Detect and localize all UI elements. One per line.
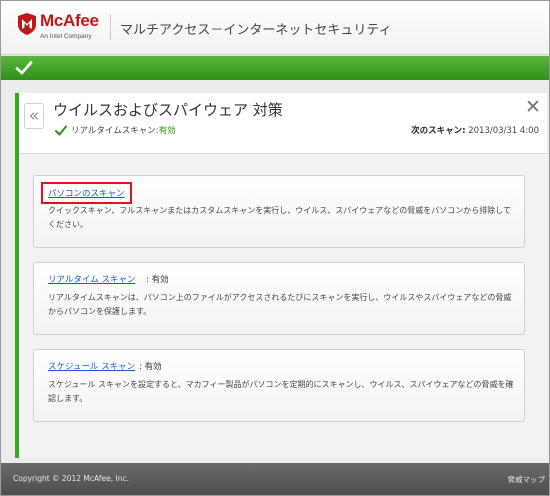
- close-button[interactable]: ✕: [524, 98, 542, 117]
- brand-subtitle: An Intel Company: [40, 33, 92, 40]
- check-icon: [15, 61, 33, 75]
- next-scan-value: 2013/03/31 4:00: [468, 126, 539, 136]
- realtime-scan-link[interactable]: リアルタイム スキャン: [48, 273, 135, 285]
- pc-scan-description: クイックスキャン、フルスキャンまたはカスタムスキャンを実行し、ウイルス、スパイウ…: [48, 206, 512, 229]
- card-realtime-scan: リアルタイム スキャン : 有効 リアルタイムスキャンは、パソコン上のファイルが…: [33, 262, 525, 335]
- header-divider: [110, 14, 111, 40]
- next-scan-label: 次のスキャン:: [411, 126, 466, 136]
- realtime-scan-link-label: リアルタイム スキャン: [48, 275, 136, 285]
- threat-map-link[interactable]: 脅威マップ: [508, 474, 546, 485]
- card-scheduled-scan: スケジュール スキャン : 有効 スケジュール スキャンを設定すると、マカフィー…: [33, 349, 525, 422]
- app-footer: Copyright © 2012 McAfee, Inc. 脅威マップ: [1, 463, 549, 495]
- realtime-status-value: 有効: [158, 126, 176, 136]
- double-chevron-left-icon: «: [28, 105, 40, 126]
- mcafee-window: McAfee An Intel Company マルチアクセス－インターネットセ…: [0, 0, 550, 496]
- scheduled-scan-link[interactable]: スケジュール スキャン: [48, 360, 135, 372]
- card-pc-scan: パソコンのスキャン クイックスキャン、フルスキャンまたはカスタムスキャンを実行し…: [33, 175, 525, 248]
- mcafee-shield-icon: [18, 13, 36, 35]
- pc-scan-link-label: パソコンのスキャン: [48, 189, 125, 199]
- check-icon: [55, 125, 67, 135]
- realtime-status: リアルタイムスキャン: 有効: [55, 124, 176, 136]
- scheduled-scan-description: スケジュール スキャンを設定すると、マカフィー製品がパソコンを定期的にスキャンし…: [48, 380, 514, 403]
- realtime-status-label: リアルタイムスキャン:: [71, 126, 159, 136]
- app-header: McAfee An Intel Company マルチアクセス－インターネットセ…: [1, 1, 549, 55]
- realtime-scan-status: : 有効: [146, 275, 169, 285]
- product-title: マルチアクセス－インターネットセキュリティ: [120, 23, 392, 38]
- realtime-scan-description: リアルタイムスキャンは、パソコン上のファイルがアクセスされるたびにスキャンを実行…: [48, 293, 512, 316]
- scheduled-scan-status: : 有効: [139, 362, 162, 372]
- content-area: « ウイルスおよびスパイウェア 対策 ✕ リアルタイムスキャン: 有効 次のスキ…: [1, 80, 549, 463]
- brand-name: McAfee: [40, 11, 99, 30]
- back-button[interactable]: «: [24, 103, 44, 129]
- scheduled-scan-link-label: スケジュール スキャン: [48, 362, 136, 372]
- panel-title: ウイルスおよびスパイウェア 対策: [53, 101, 283, 119]
- virus-spyware-panel: « ウイルスおよびスパイウェア 対策 ✕ リアルタイムスキャン: 有効 次のスキ…: [15, 93, 547, 458]
- pc-scan-link[interactable]: パソコンのスキャン: [41, 182, 132, 204]
- copyright-text: Copyright © 2012 McAfee, Inc.: [13, 474, 129, 483]
- panel-header: « ウイルスおよびスパイウェア 対策 ✕ リアルタイムスキャン: 有効 次のスキ…: [19, 93, 547, 154]
- protection-status-bar[interactable]: [1, 56, 549, 80]
- next-scan-info: 次のスキャン: 2013/03/31 4:00: [411, 124, 539, 136]
